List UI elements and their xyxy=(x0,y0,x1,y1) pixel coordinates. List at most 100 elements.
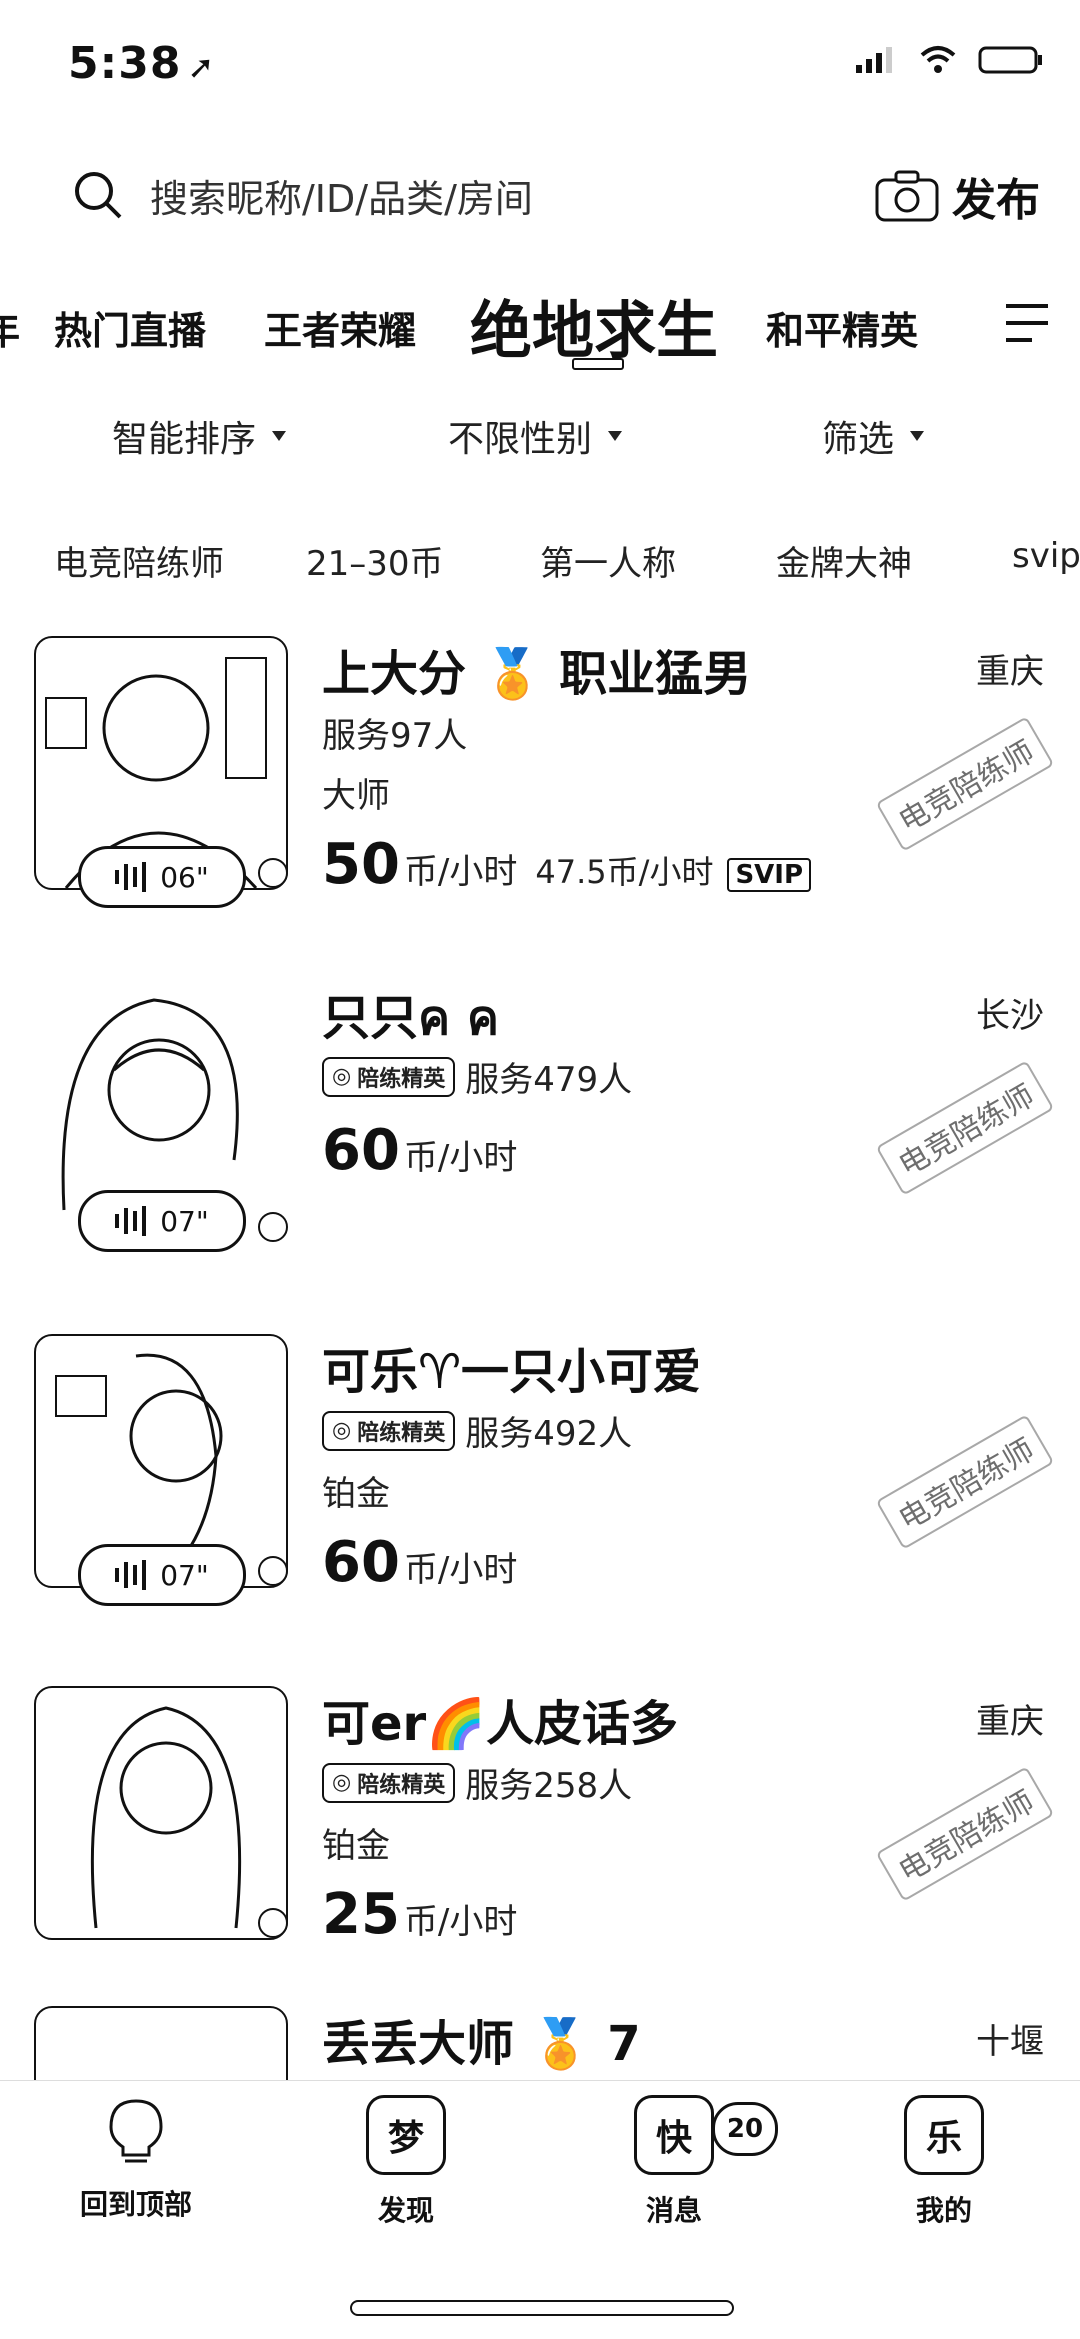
online-dot-icon xyxy=(258,1212,288,1242)
category-tabs: 年 热门直播 王者荣耀 绝地求生 和平精英 xyxy=(0,280,1080,370)
online-dot-icon xyxy=(258,1556,288,1586)
discover-icon: 梦 xyxy=(366,2095,446,2175)
tag-esports-coach[interactable]: 电竞陪练师 xyxy=(54,536,224,585)
waveform-icon xyxy=(115,862,147,892)
player-city: 十堰 xyxy=(976,2022,1044,2062)
player-level: 大师 xyxy=(322,776,390,816)
online-dot-icon xyxy=(258,858,288,888)
tag-first-person[interactable]: 第一人称 xyxy=(540,536,676,585)
badge-label: 陪练精英 xyxy=(357,1772,446,1798)
wifi-icon xyxy=(920,46,956,73)
voice-intro-button[interactable]: 06" xyxy=(78,846,246,908)
tag-gold-master[interactable]: 金牌大神 xyxy=(776,536,912,585)
price-value: 50 xyxy=(322,832,400,897)
nav-label: 消息 xyxy=(645,2194,702,2227)
list-item[interactable]: 丢丢大师 🏅 7 十堰 xyxy=(0,2006,1080,2080)
player-name: 可er🌈人皮话多 xyxy=(322,1696,678,1752)
home-indicator[interactable] xyxy=(350,2300,734,2316)
filter-gender[interactable]: 不限性别 xyxy=(448,410,623,462)
bottom-nav: 回到顶部 梦 发现 快 消息 乐 我的 xyxy=(0,2080,1080,2281)
service-count-text: 服务479人 xyxy=(465,1060,633,1100)
bulb-icon xyxy=(109,2099,163,2163)
tab-hot-live[interactable]: 热门直播 xyxy=(54,300,206,355)
tab-pubg[interactable]: 绝地求生 xyxy=(470,280,718,370)
player-level: 铂金 xyxy=(322,1826,390,1866)
badge-label: 陪练精英 xyxy=(357,1420,446,1446)
nav-back-to-top[interactable]: 回到顶部 xyxy=(26,2095,246,2223)
watermark-stamp: 电竞陪练师 xyxy=(875,1060,1055,1196)
service-count: ◎ 陪练精英 服务479人 xyxy=(322,1052,632,1101)
service-count: 服务97人 xyxy=(322,708,467,757)
player-city: 长沙 xyxy=(976,996,1044,1036)
price-unit: 币/小时 xyxy=(403,1902,518,1942)
list-item[interactable]: 06" 上大分 🏅 职业猛男 重庆 服务97人 大师 50 币/小时 47.5币… xyxy=(0,636,1080,966)
signal-icon xyxy=(856,47,892,73)
voice-intro-button[interactable]: 07" xyxy=(78,1544,246,1606)
publish-button[interactable]: 发布 xyxy=(874,164,1040,228)
menu-icon[interactable] xyxy=(1002,300,1052,346)
profile-icon: 乐 xyxy=(904,2095,984,2175)
status-icons xyxy=(854,44,1044,76)
price-unit: 币/小时 xyxy=(403,1550,518,1590)
publish-label: 发布 xyxy=(952,175,1040,226)
unread-badge: 20 xyxy=(712,2102,778,2156)
price-value: 25 xyxy=(322,1882,400,1947)
filter-sort-label: 智能排序 xyxy=(112,419,257,460)
nav-label: 发现 xyxy=(377,2194,434,2227)
list-item[interactable]: 07" 可乐♈一只小可爱 ◎ 陪练精英 服务492人 铂金 60 币/小时 电竞陪… xyxy=(0,1334,1080,1664)
badge-icon: ◎ xyxy=(332,1770,352,1795)
service-count-text: 服务492人 xyxy=(465,1414,633,1454)
camera-icon xyxy=(875,170,939,222)
online-dot-icon xyxy=(258,1908,288,1938)
caret-down-icon xyxy=(910,431,925,441)
price-unit: 币/小时 xyxy=(403,1138,518,1178)
player-name: 可乐♈一只小可爱 xyxy=(322,1344,702,1400)
tag-svip[interactable]: svip xyxy=(1012,536,1080,576)
tab-indicator xyxy=(572,358,624,370)
watermark-stamp: 电竞陪练师 xyxy=(875,716,1055,852)
elite-badge: ◎ 陪练精英 xyxy=(322,1056,456,1097)
tab-peace-elite[interactable]: 和平精英 xyxy=(766,300,918,355)
caret-down-icon xyxy=(608,431,623,441)
badge-label: 陪练精英 xyxy=(357,1066,446,1092)
voice-duration: 07" xyxy=(160,1558,209,1592)
price: 60 币/小时 xyxy=(322,1530,517,1595)
search-icon xyxy=(75,172,122,219)
nav-discover[interactable]: 梦 发现 xyxy=(296,2095,516,2229)
nav-profile[interactable]: 乐 我的 xyxy=(834,2095,1054,2229)
player-name: 丢丢大师 🏅 7 xyxy=(322,2016,641,2072)
voice-intro-button[interactable]: 07" xyxy=(78,1190,246,1252)
price: 25 币/小时 xyxy=(322,1882,517,1947)
player-city: 重庆 xyxy=(976,1702,1044,1742)
service-count: ◎ 陪练精英 服务258人 xyxy=(322,1758,632,1807)
filter-screen[interactable]: 筛选 xyxy=(822,410,925,462)
price: 50 币/小时 47.5币/小时 SVIP xyxy=(322,832,812,897)
messages-icon: 快 xyxy=(634,2095,714,2175)
service-count-text: 服务258人 xyxy=(465,1766,633,1806)
svip-price: 47.5币/小时 xyxy=(535,853,714,891)
price-unit: 币/小时 xyxy=(403,852,518,892)
tab-partial[interactable]: 年 xyxy=(0,300,20,355)
avatar[interactable] xyxy=(34,2006,288,2080)
price-value: 60 xyxy=(322,1118,400,1183)
watermark-stamp: 电竞陪练师 xyxy=(875,1414,1055,1550)
list-item[interactable]: 07" 只只ค ค 长沙 ◎ 陪练精英 服务479人 60 币/小时 电竞陪练师 xyxy=(0,980,1080,1310)
filter-gender-label: 不限性别 xyxy=(448,419,593,460)
tag-price-range[interactable]: 21–30币 xyxy=(306,536,444,585)
service-count-text: 服务97人 xyxy=(322,716,468,756)
search-bar[interactable]: 搜索昵称/ID/品类/房间 发布 xyxy=(72,160,1040,230)
search-input[interactable]: 搜索昵称/ID/品类/房间 xyxy=(150,168,533,223)
player-name: 上大分 🏅 职业猛男 xyxy=(322,646,752,702)
status-time: 5:38 ➚ xyxy=(68,38,216,89)
location-arrow-icon: ➚ xyxy=(187,48,216,86)
caret-down-icon xyxy=(272,431,287,441)
avatar[interactable] xyxy=(34,1686,288,1940)
player-city: 重庆 xyxy=(976,652,1044,692)
waveform-icon xyxy=(115,1560,147,1590)
elite-badge: ◎ 陪练精英 xyxy=(322,1410,456,1451)
player-name: 只只ค ค xyxy=(322,990,499,1046)
filter-sort[interactable]: 智能排序 xyxy=(112,410,287,462)
nav-label: 我的 xyxy=(915,2194,972,2227)
list-item[interactable]: 可er🌈人皮话多 重庆 ◎ 陪练精英 服务258人 铂金 25 币/小时 电竞陪练… xyxy=(0,1686,1080,2016)
tab-honor-of-kings[interactable]: 王者荣耀 xyxy=(264,300,416,355)
